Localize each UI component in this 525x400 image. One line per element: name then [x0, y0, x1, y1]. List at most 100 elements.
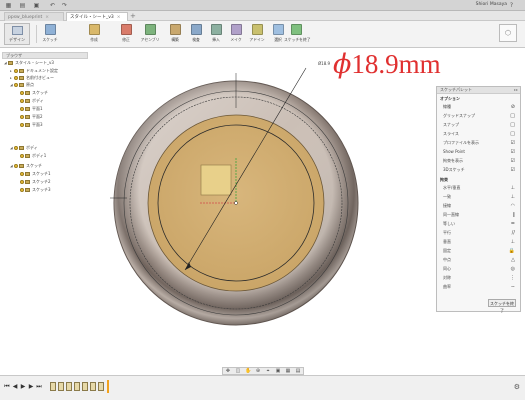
timeline-feature[interactable]: [74, 382, 80, 391]
origin-point[interactable]: [234, 201, 238, 205]
browser-title[interactable]: ブラウザ: [2, 52, 88, 59]
gear-icon[interactable]: ⚙: [514, 383, 520, 391]
viewports-icon[interactable]: ▤: [295, 368, 301, 374]
sketch-square[interactable]: [200, 164, 232, 196]
constraint-item[interactable]: 同心 ◎: [443, 265, 515, 273]
file-menu-icon[interactable]: ▤: [19, 2, 26, 9]
visibility-bulb-icon[interactable]: [14, 146, 18, 150]
timeline-marker[interactable]: [107, 380, 109, 393]
tool-inspect[interactable]: 検査: [186, 23, 206, 45]
linetype-icon[interactable]: ⊘: [511, 104, 515, 110]
timeline-feature[interactable]: [98, 382, 104, 391]
tree-item[interactable]: ボディ1: [20, 153, 46, 159]
tree-item[interactable]: 平面1: [20, 106, 43, 112]
display-settings-icon[interactable]: ▣: [275, 368, 281, 374]
visibility-bulb-icon[interactable]: [20, 180, 24, 184]
zoom-icon[interactable]: ⊕: [255, 368, 261, 374]
checkbox-icon[interactable]: ☑: [511, 149, 515, 155]
new-tab-icon[interactable]: +: [130, 12, 138, 20]
fit-icon[interactable]: ⌖: [265, 368, 271, 374]
tool-sketch[interactable]: スケッチ: [40, 23, 60, 45]
visibility-bulb-icon[interactable]: [20, 154, 24, 158]
constraint-item[interactable]: 対称 ⋮: [443, 274, 515, 282]
step-forward-icon[interactable]: ▶: [28, 383, 34, 391]
tree-item[interactable]: 平面3: [20, 122, 43, 128]
constraint-item[interactable]: 平行 //: [443, 229, 515, 237]
tree-item[interactable]: ◢ スケッチ: [10, 163, 42, 169]
constraint-item[interactable]: 等しい =: [443, 220, 515, 228]
undo-icon[interactable]: ↶: [49, 2, 56, 9]
checkbox-icon[interactable]: □: [510, 131, 515, 137]
constraint-item[interactable]: 水平/垂直 ⊥: [443, 184, 515, 192]
close-icon[interactable]: ×: [117, 15, 121, 20]
tool-assemble[interactable]: アセンブリ: [138, 23, 162, 45]
palette-option[interactable]: スライス □: [443, 130, 515, 138]
constraint-item[interactable]: 固定 🔒: [443, 247, 515, 255]
timeline-feature[interactable]: [82, 382, 88, 391]
options-header[interactable]: オプション: [440, 96, 460, 102]
dimension-small-label[interactable]: Ø18.9: [318, 61, 330, 66]
view-cube[interactable]: ⬡: [499, 24, 517, 42]
checkbox-icon[interactable]: ☑: [511, 167, 515, 173]
constraint-item[interactable]: 曲率 ∽: [443, 283, 515, 291]
checkbox-icon[interactable]: □: [510, 113, 515, 119]
constraint-item[interactable]: 中点 △: [443, 256, 515, 264]
tree-item[interactable]: スケッチ1: [20, 171, 51, 177]
timeline-feature[interactable]: [90, 382, 96, 391]
go-to-end-icon[interactable]: ⏭: [36, 383, 42, 391]
palette-option[interactable]: スナップ □: [443, 121, 515, 129]
visibility-bulb-icon[interactable]: [14, 164, 18, 168]
palette-option[interactable]: 3Dスケッチ ☑: [443, 166, 515, 174]
tree-item[interactable]: スケッチ2: [20, 179, 51, 185]
tree-item[interactable]: スケッチ: [20, 90, 48, 96]
palette-option[interactable]: 線種 ⊘: [443, 103, 515, 111]
timeline-feature[interactable]: [50, 382, 56, 391]
visibility-bulb-icon[interactable]: [20, 172, 24, 176]
orbit-icon[interactable]: ✥: [225, 368, 231, 374]
checkbox-icon[interactable]: ☑: [511, 158, 515, 164]
timeline-feature[interactable]: [58, 382, 64, 391]
constraints-header[interactable]: 拘束: [440, 177, 448, 183]
visibility-bulb-icon[interactable]: [20, 123, 24, 127]
tab-style-sheet[interactable]: スタイル・シート_v3 ×: [66, 12, 128, 21]
palette-option[interactable]: 拘束を表示 ☑: [443, 157, 515, 165]
visibility-bulb-icon[interactable]: [14, 69, 18, 73]
save-icon[interactable]: ▣: [33, 2, 40, 9]
visibility-bulb-icon[interactable]: [20, 91, 24, 95]
tree-item[interactable]: 平面2: [20, 114, 43, 120]
tool-construct[interactable]: 構築: [164, 23, 186, 45]
go-to-start-icon[interactable]: ⏮: [4, 383, 10, 391]
pan-icon[interactable]: ✋: [245, 368, 251, 374]
tool-make[interactable]: メイク: [226, 23, 246, 45]
tree-item[interactable]: スケッチ3: [20, 187, 51, 193]
close-icon[interactable]: ×: [45, 15, 49, 20]
visibility-bulb-icon[interactable]: [20, 115, 24, 119]
tree-item[interactable]: ◢ 原点: [10, 82, 34, 88]
timeline-feature[interactable]: [66, 382, 72, 391]
look-at-icon[interactable]: ◫: [235, 368, 241, 374]
workspace-switcher[interactable]: デザイン: [4, 23, 30, 45]
checkbox-icon[interactable]: ☑: [511, 140, 515, 146]
palette-option[interactable]: Show Point ☑: [443, 148, 515, 156]
finish-sketch-button[interactable]: スケッチを終了: [488, 299, 516, 313]
palette-options-icon[interactable]: ▸▸: [514, 87, 518, 93]
step-back-icon[interactable]: ◀: [12, 383, 18, 391]
visibility-bulb-icon[interactable]: [20, 99, 24, 103]
visibility-bulb-icon[interactable]: [14, 76, 18, 80]
checkbox-icon[interactable]: □: [510, 122, 515, 128]
tab-blueprint[interactable]: ppsw_blueprint ×: [4, 12, 64, 21]
app-menu-icon[interactable]: ▦: [5, 2, 12, 9]
grid-icon[interactable]: ▦: [285, 368, 291, 374]
tree-item[interactable]: ◢ ボディ: [10, 145, 38, 151]
user-name[interactable]: Shiori Masaya: [476, 2, 507, 7]
tool-stop-sketch[interactable]: スケッチを終了: [284, 23, 311, 45]
palette-option[interactable]: プロファイルを表示 ☑: [443, 139, 515, 147]
visibility-bulb-icon[interactable]: [14, 83, 18, 87]
tree-item[interactable]: ◢ スタイル・シート_v3: [4, 60, 54, 66]
visibility-bulb-icon[interactable]: [20, 107, 24, 111]
palette-option[interactable]: グリッドスナップ □: [443, 112, 515, 120]
visibility-bulb-icon[interactable]: [20, 188, 24, 192]
constraint-item[interactable]: 一致 ⊥: [443, 193, 515, 201]
constraint-item[interactable]: 同一直線 ∥: [443, 211, 515, 219]
constraint-item[interactable]: 垂直 ⊥: [443, 238, 515, 246]
